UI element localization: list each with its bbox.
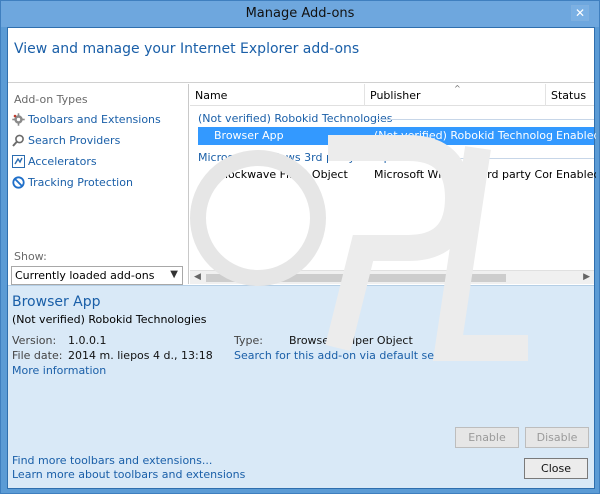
accelerator-icon [12,155,25,168]
chevron-down-icon: ▼ [170,269,178,280]
header: View and manage your Internet Explorer a… [8,28,594,83]
sidebar: Add-on Types Toolbars and Extensions Sea… [8,84,189,285]
column-header-name[interactable]: Name [190,84,365,106]
group-header: Microsoft Windows 3rd party Component [198,151,423,164]
sidebar-item-toolbars[interactable]: Toolbars and Extensions [12,111,182,129]
sidebar-item-accelerators[interactable]: Accelerators [12,153,182,171]
row-name: Browser App [214,129,284,142]
sidebar-item-search-providers[interactable]: Search Providers [12,132,182,150]
addon-publisher: (Not verified) Robokid Technologies [12,313,207,326]
type-label: Type: [234,334,263,347]
details-pane: Browser App (Not verified) Robokid Techn… [8,285,594,488]
show-dropdown-value: Currently loaded add-ons [15,269,155,282]
manage-addons-window: Manage Add-ons ✕ View and manage your In… [0,0,600,494]
horizontal-scrollbar[interactable]: ◀ ▶ [190,270,594,284]
scroll-left-icon[interactable]: ◀ [194,272,201,282]
page-heading: View and manage your Internet Explorer a… [14,41,360,57]
table-row[interactable]: Shockwave Flash Object Microsoft Windows… [198,166,596,184]
close-button[interactable]: Close [524,458,588,479]
addon-title: Browser App [12,294,101,310]
row-publisher: Microsoft Windows 3rd party Com... [374,168,552,181]
row-publisher: (Not verified) Robokid Technologies [374,129,552,142]
row-status: Enabled [556,129,596,142]
column-header-status[interactable]: Status [546,84,594,106]
row-status: Enabled [556,168,596,181]
disable-button[interactable]: Disable [525,427,589,448]
addon-list: Name Publisher Status ^ (Not verified) R… [190,84,596,284]
group-divider [376,119,594,120]
learn-more-link[interactable]: Learn more about toolbars and extensions [12,468,245,481]
window-title: Manage Add-ons [245,6,355,21]
more-information-link[interactable]: More information [12,364,106,377]
show-dropdown[interactable]: Currently loaded add-ons ▼ [11,266,183,285]
group-divider [406,158,594,159]
title-bar: Manage Add-ons ✕ [1,1,599,27]
table-row[interactable]: Browser App (Not verified) Robokid Techn… [198,127,596,145]
block-icon [12,176,25,189]
show-label: Show: [14,250,47,263]
sidebar-item-label: Accelerators [28,155,97,168]
search-icon [12,134,24,147]
client-area: View and manage your Internet Explorer a… [7,27,596,489]
sidebar-item-tracking-protection[interactable]: Tracking Protection [12,174,182,192]
scroll-right-icon[interactable]: ▶ [583,272,590,282]
sidebar-item-label: Search Providers [28,134,121,147]
find-more-link[interactable]: Find more toolbars and extensions... [12,454,212,467]
window-close-button[interactable]: ✕ [571,5,589,21]
addon-types-label: Add-on Types [14,93,88,106]
sort-caret-icon: ^ [454,84,461,93]
version-label: Version: [12,334,57,347]
version-value: 1.0.0.1 [68,334,107,347]
sidebar-item-label: Tracking Protection [28,176,133,189]
column-headers: Name Publisher Status ^ [190,84,594,106]
close-icon: ✕ [574,6,586,20]
file-date-label: File date: [12,349,63,362]
enable-button[interactable]: Enable [455,427,519,448]
type-value: Browser Helper Object [289,334,413,347]
group-header: (Not verified) Robokid Technologies [198,112,393,125]
row-name: Shockwave Flash Object [214,168,348,181]
scrollbar-thumb[interactable] [206,274,506,282]
file-date-value: 2014 m. liepos 4 d., 13:18 [68,349,213,362]
sidebar-item-label: Toolbars and Extensions [28,113,161,126]
gear-icon [12,113,25,126]
search-addon-link[interactable]: Search for this add-on via default searc… [234,349,500,362]
